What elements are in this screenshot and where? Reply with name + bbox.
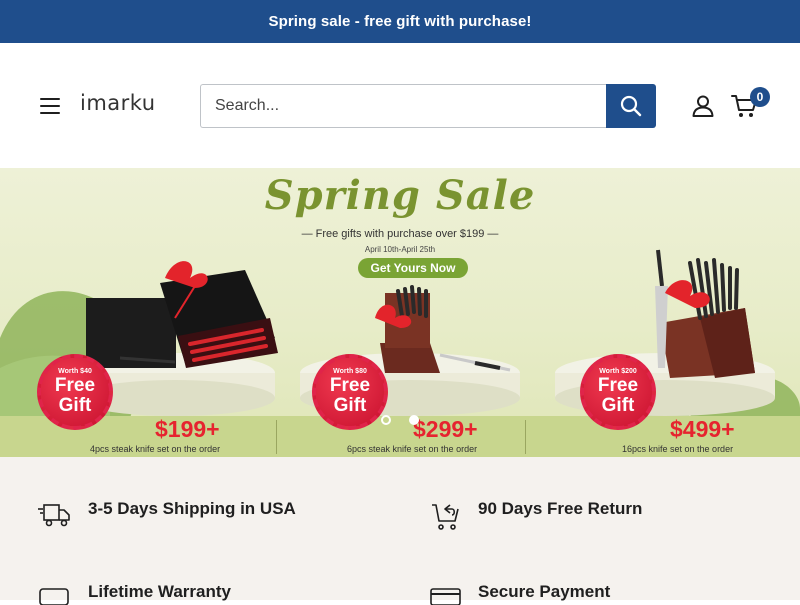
announcement-bar: Spring sale - free gift with purchase! [0, 0, 800, 43]
cart-count-badge: 0 [750, 87, 770, 107]
hero-banner[interactable]: Spring Sale — Free gifts with purchase o… [0, 168, 800, 457]
menu-icon[interactable] [40, 98, 60, 114]
search-bar [200, 84, 656, 128]
search-button[interactable] [606, 84, 656, 128]
feature-label: 90 Days Free Return [478, 499, 643, 518]
search-icon [620, 95, 642, 117]
feature-label: Lifetime Warranty [88, 582, 231, 601]
get-yours-now-button[interactable]: Get Yours Now [358, 258, 468, 278]
features-section: 3-5 Days Shipping in USA 90 Days Free Re… [0, 457, 800, 605]
banner-subtitle: — Free gifts with purchase over $199 — [301, 228, 499, 240]
banner-title: Spring Sale [264, 172, 536, 219]
offer-price: $499+ [670, 416, 735, 442]
truck-icon [38, 504, 70, 527]
announcement-text: Spring sale - free gift with purchase! [268, 13, 532, 30]
price-divider [525, 420, 526, 454]
account-icon[interactable] [692, 95, 714, 117]
feature-label: 3-5 Days Shipping in USA [88, 499, 296, 518]
free-gift-badge: Worth $40 Free Gift [37, 354, 113, 430]
offer-price: $299+ [413, 416, 478, 442]
slide-dot-1[interactable] [381, 415, 391, 425]
free-gift-badge: Worth $80 Free Gift [312, 354, 388, 430]
offer-price: $199+ [155, 416, 220, 442]
offer-note: 4pcs steak knife set on the order [90, 444, 221, 454]
site-header: imarku 0 [0, 43, 800, 168]
free-gift-badge: Worth $200 Free Gift [580, 354, 656, 430]
slide-dot-2[interactable] [409, 415, 419, 425]
offer-note: 16pcs knife set on the order [622, 444, 734, 454]
search-input[interactable] [200, 84, 606, 128]
return-cart-icon [432, 504, 459, 530]
warranty-icon [39, 588, 69, 605]
credit-card-icon [430, 588, 461, 605]
logo[interactable]: imarku [80, 91, 156, 115]
feature-label: Secure Payment [478, 582, 611, 601]
offer-note: 6pcs steak knife set on the order [347, 444, 478, 454]
banner-date: April 10th-April 25th [364, 245, 436, 254]
price-divider [276, 420, 277, 454]
